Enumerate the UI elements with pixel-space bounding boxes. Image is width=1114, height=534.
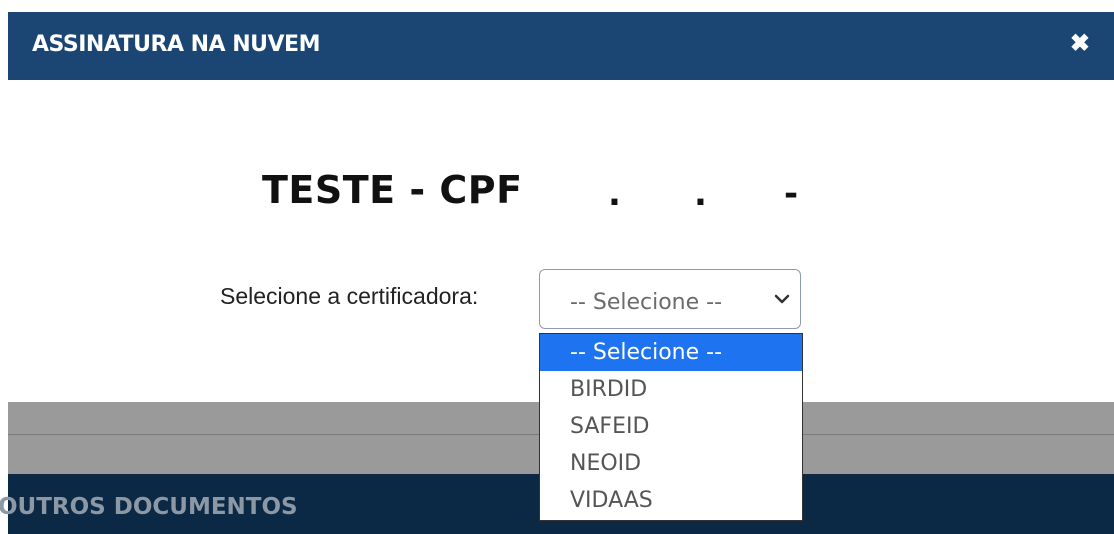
dropdown-option-safeid[interactable]: SAFEID xyxy=(540,408,802,445)
dropdown-option-neoid[interactable]: NEOID xyxy=(540,445,802,482)
dropdown-option-birdid[interactable]: BIRDID xyxy=(540,371,802,408)
certificadora-select-value: -- Selecione -- xyxy=(570,290,723,315)
modal-header: ASSINATURA NA NUVEM ✖ xyxy=(8,12,1114,80)
dropdown-option-selecione[interactable]: -- Selecione -- xyxy=(540,334,802,371)
page-heading: TESTE - CPF xyxy=(262,168,523,212)
certificadora-dropdown-list[interactable]: -- Selecione -- BIRDID SAFEID NEOID VIDA… xyxy=(539,333,803,521)
section-title: OUTROS DOCUMENTOS xyxy=(0,494,298,520)
modal-title: ASSINATURA NA NUVEM xyxy=(32,32,320,57)
cpf-separator-dot: . xyxy=(608,174,621,214)
cpf-separator-dash: - xyxy=(784,174,799,214)
certificadora-label: Selecione a certificadora: xyxy=(220,283,479,309)
close-icon[interactable]: ✖ xyxy=(1070,30,1090,58)
chevron-down-icon xyxy=(774,292,790,310)
dropdown-option-vidaas[interactable]: VIDAAS xyxy=(540,482,802,519)
certificadora-select[interactable]: -- Selecione -- xyxy=(539,269,801,329)
cpf-separator-dot: . xyxy=(694,174,707,214)
